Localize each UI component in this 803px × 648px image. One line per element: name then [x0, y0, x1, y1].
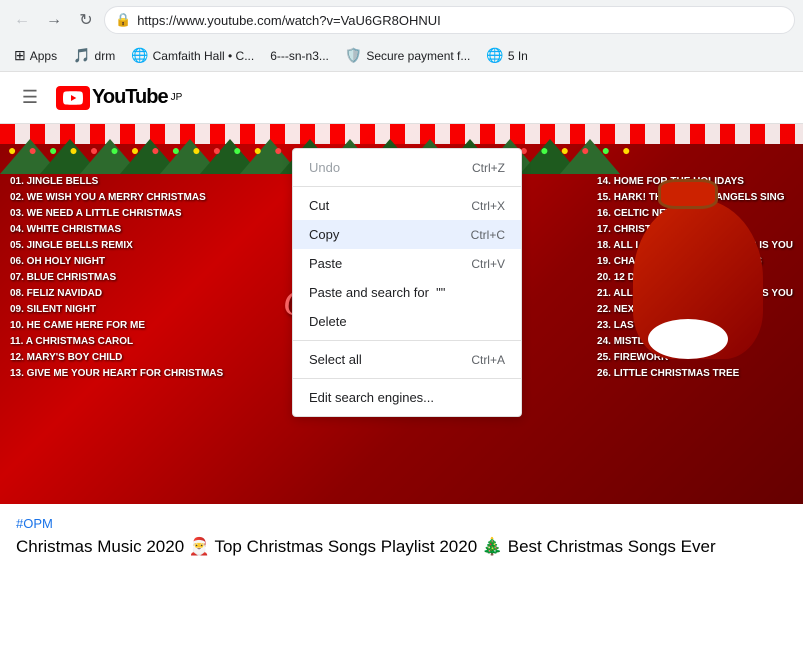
- refresh-button[interactable]: ↻: [72, 6, 100, 34]
- context-menu: Undo Ctrl+Z Cut Ctrl+X Copy Ctrl+C Paste…: [292, 148, 522, 417]
- menu-item-copy[interactable]: Copy Ctrl+C: [293, 220, 521, 249]
- bookmark-drm-label: drm: [95, 49, 116, 63]
- bookmark-4[interactable]: 6---sn-n3...: [264, 47, 335, 65]
- youtube-header: ☰ YouTubeJP: [0, 72, 803, 124]
- bookmark-5in[interactable]: 🌐 5 In: [480, 45, 533, 66]
- menu-item-paste-search[interactable]: Paste and search for "": [293, 278, 521, 307]
- menu-item-cut-label: Cut: [309, 198, 329, 213]
- menu-item-undo-label: Undo: [309, 160, 340, 175]
- menu-item-delete[interactable]: Delete: [293, 307, 521, 336]
- bookmark-apps-label: Apps: [30, 49, 57, 63]
- menu-item-select-all-shortcut: Ctrl+A: [471, 353, 505, 367]
- menu-item-select-all-label: Select all: [309, 352, 362, 367]
- bookmarks-bar: ⊞ Apps 🎵 drm 🌐 Camfaith Hall • C... 6---…: [0, 40, 803, 72]
- url-text: https://www.youtube.com/watch?v=VaU6GR8O…: [137, 13, 784, 28]
- bookmark-secure[interactable]: 🛡️ Secure payment f...: [339, 45, 477, 66]
- menu-item-select-all[interactable]: Select all Ctrl+A: [293, 345, 521, 374]
- bookmark-camfaith-label: Camfaith Hall • C...: [153, 49, 255, 63]
- music-icon: 🎵: [73, 47, 90, 64]
- lock-icon: 🔒: [115, 12, 131, 28]
- page-content: 01. JINGLE BELLS 02. WE WISH YOU A MERRY…: [0, 124, 803, 569]
- bookmark-4-label: 6---sn-n3...: [270, 49, 329, 63]
- shield-icon: 🛡️: [345, 47, 362, 64]
- menu-item-cut-shortcut: Ctrl+X: [471, 199, 505, 213]
- address-bar[interactable]: 🔒 https://www.youtube.com/watch?v=VaU6GR…: [104, 6, 795, 34]
- menu-item-copy-shortcut: Ctrl+C: [471, 228, 505, 242]
- youtube-text: YouTube: [92, 86, 168, 109]
- menu-item-undo-shortcut: Ctrl+Z: [472, 161, 505, 175]
- menu-item-delete-label: Delete: [309, 314, 347, 329]
- globe-icon-2: 🌐: [486, 47, 503, 64]
- menu-item-undo[interactable]: Undo Ctrl+Z: [293, 153, 521, 182]
- forward-button[interactable]: →: [40, 6, 68, 34]
- youtube-logo-icon: [56, 86, 90, 110]
- back-button[interactable]: ←: [8, 6, 36, 34]
- menu-item-paste-search-label: Paste and search for "": [309, 285, 445, 300]
- nav-bar: ← → ↻ 🔒 https://www.youtube.com/watch?v=…: [0, 0, 803, 40]
- bookmark-secure-label: Secure payment f...: [366, 49, 470, 63]
- browser-chrome: ← → ↻ 🔒 https://www.youtube.com/watch?v=…: [0, 0, 803, 72]
- menu-item-cut[interactable]: Cut Ctrl+X: [293, 191, 521, 220]
- globe-icon-1: 🌐: [131, 47, 148, 64]
- youtube-suffix: JP: [171, 92, 183, 103]
- apps-grid-icon: ⊞: [14, 47, 26, 64]
- menu-separator-2: [293, 340, 521, 341]
- bookmark-5in-label: 5 In: [508, 49, 528, 63]
- bookmark-apps[interactable]: ⊞ Apps: [8, 45, 63, 66]
- youtube-logo[interactable]: YouTubeJP: [56, 86, 182, 110]
- bookmark-camfaith[interactable]: 🌐 Camfaith Hall • C...: [125, 45, 260, 66]
- youtube-play-icon: [63, 91, 83, 105]
- menu-item-edit-engines-label: Edit search engines...: [309, 390, 434, 405]
- menu-item-paste[interactable]: Paste Ctrl+V: [293, 249, 521, 278]
- menu-item-paste-label: Paste: [309, 256, 342, 271]
- context-menu-overlay: Undo Ctrl+Z Cut Ctrl+X Copy Ctrl+C Paste…: [0, 124, 803, 569]
- menu-separator-1: [293, 186, 521, 187]
- menu-separator-3: [293, 378, 521, 379]
- menu-item-edit-engines[interactable]: Edit search engines...: [293, 383, 521, 412]
- menu-item-paste-shortcut: Ctrl+V: [471, 257, 505, 271]
- bookmark-drm[interactable]: 🎵 drm: [67, 45, 121, 66]
- menu-item-copy-label: Copy: [309, 227, 339, 242]
- hamburger-menu-button[interactable]: ☰: [12, 80, 48, 116]
